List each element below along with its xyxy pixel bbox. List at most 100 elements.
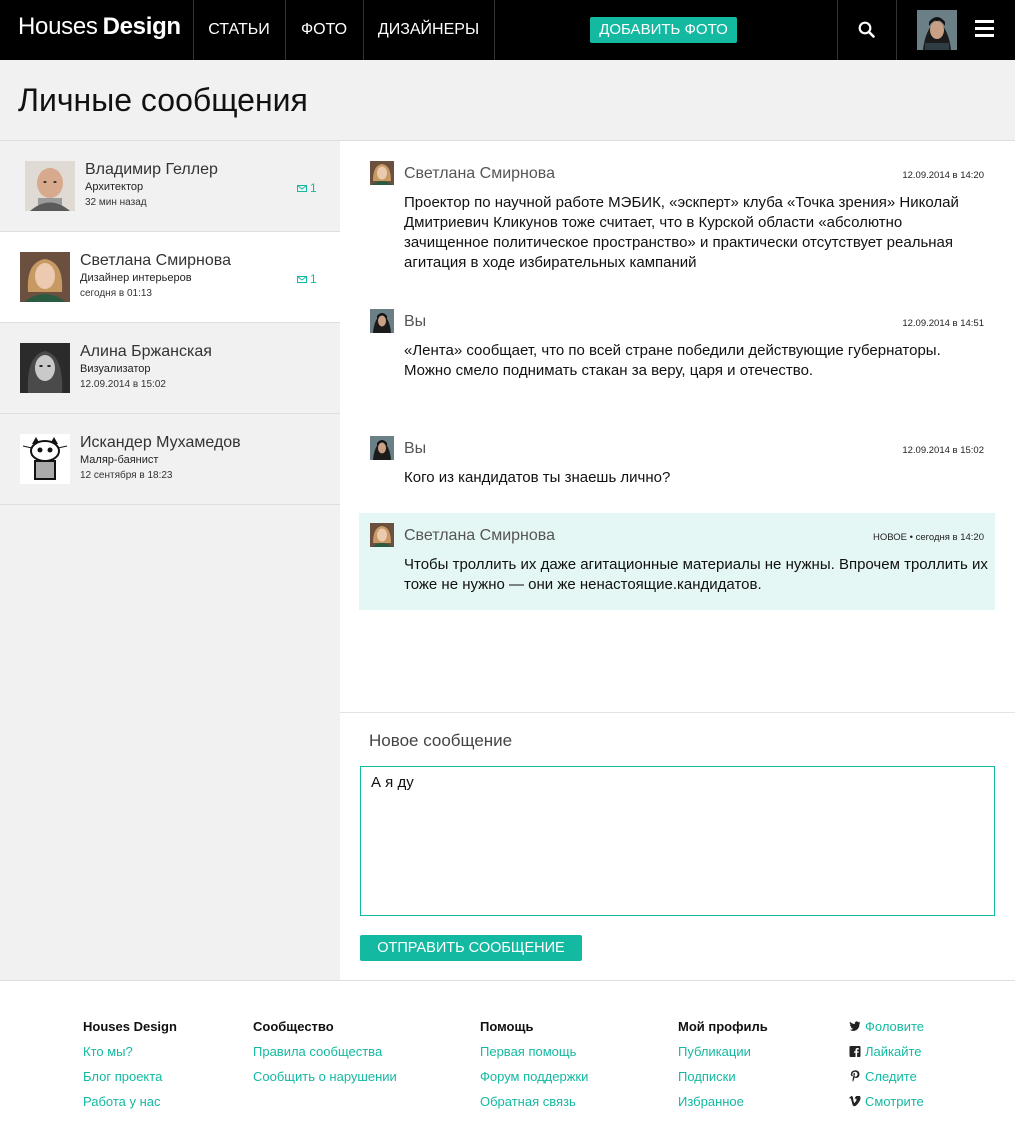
contact-role: Дизайнер интерьеров <box>80 272 192 284</box>
social-link-label: Фоловите <box>865 1019 924 1034</box>
nav-articles[interactable]: СТАТЬИ <box>193 0 285 60</box>
pinterest-icon <box>850 1070 860 1082</box>
message-avatar <box>370 523 394 547</box>
message-author: Вы <box>404 313 427 330</box>
user-avatar-image <box>917 10 957 50</box>
message-paragraph: Проектор по научной работе МЭБИК, «эскпе… <box>404 194 959 271</box>
footer-link[interactable]: Обратная связь <box>480 1094 588 1119</box>
footer-link[interactable]: Сообщить о нарушении <box>253 1069 397 1094</box>
header-divider <box>494 0 495 60</box>
conversations-sidebar: Владимир Геллер Архитектор 32 мин назад … <box>0 141 340 980</box>
message-item: Вы 12.09.2014 в 15:02 Кого из кандидатов… <box>359 426 995 496</box>
composer-label: Новое сообщение <box>369 731 513 750</box>
conversation-item[interactable]: Владимир Геллер Архитектор 32 мин назад … <box>0 141 340 232</box>
contact-avatar <box>20 343 70 393</box>
footer-link[interactable]: Первая помощь <box>480 1044 588 1069</box>
footer-column: Мой профиль Публикации Подписки Избранно… <box>678 1019 768 1119</box>
contact-name: Искандер Мухамедов <box>80 434 241 451</box>
social-link-label: Лайкайте <box>865 1044 922 1059</box>
message-paragraph: Чтобы троллить их даже агитационные мате… <box>404 556 988 593</box>
contact-role: Визуализатор <box>80 363 151 375</box>
message-input[interactable] <box>360 766 995 916</box>
message-author: Светлана Смирнова <box>404 527 555 544</box>
contact-name: Светлана Смирнова <box>80 252 231 269</box>
social-link-pinterest[interactable]: Следите <box>849 1069 924 1094</box>
conversation-item[interactable]: Алина Бржанская Визуализатор 12.09.2014 … <box>0 323 340 414</box>
footer-link[interactable]: Форум поддержки <box>480 1069 588 1094</box>
footer-link[interactable]: Правила сообщества <box>253 1044 397 1069</box>
contact-avatar <box>20 252 70 302</box>
social-link-twitter[interactable]: Фоловите <box>849 1019 924 1044</box>
page-title: Личные сообщения <box>18 82 308 118</box>
contact-last-seen: 12.09.2014 в 15:02 <box>80 379 166 390</box>
message-item: Вы 12.09.2014 в 14:51 «Лента» сообщает, … <box>359 299 995 409</box>
message-paragraph: Кого из кандидатов ты знаешь лично? <box>404 469 671 486</box>
site-logo[interactable]: Houses Design <box>18 13 181 41</box>
menu-button[interactable] <box>975 20 995 40</box>
message-text: Кого из кандидатов ты знаешь лично? <box>404 468 989 488</box>
footer-link[interactable]: Избранное <box>678 1094 768 1119</box>
nav-designers[interactable]: ДИЗАЙНЕРЫ <box>363 0 494 60</box>
hamburger-line <box>975 34 994 37</box>
message-avatar <box>370 436 394 460</box>
footer-link[interactable]: Кто мы? <box>83 1044 177 1069</box>
message-text: Чтобы троллить их даже агитационные мате… <box>404 555 989 595</box>
add-photo-button[interactable]: ДОБАВИТЬ ФОТО <box>590 17 737 43</box>
user-avatar[interactable] <box>917 10 957 50</box>
facebook-icon <box>849 1046 861 1057</box>
message-author: Светлана Смирнова <box>404 165 555 182</box>
message-paragraph: Можно смело поднимать стакан за веру, ца… <box>404 362 814 379</box>
message-time: 12.09.2014 в 15:02 <box>902 445 984 456</box>
contact-role: Архитектор <box>85 181 144 193</box>
page-title-band: Личные сообщения <box>0 60 1015 141</box>
twitter-icon <box>849 1021 861 1031</box>
footer-link[interactable]: Блог проекта <box>83 1069 177 1094</box>
footer-column: Сообщество Правила сообщества Сообщить о… <box>253 1019 397 1094</box>
send-message-button[interactable]: ОТПРАВИТЬ СООБЩЕНИЕ <box>360 935 582 961</box>
footer-link[interactable]: Работа у нас <box>83 1094 177 1119</box>
social-link-facebook[interactable]: Лайкайте <box>849 1044 924 1069</box>
message-time: 12.09.2014 в 14:51 <box>902 318 984 329</box>
hamburger-menu-icon <box>975 20 994 23</box>
unread-count: 1 <box>310 272 317 286</box>
footer-link[interactable]: Публикации <box>678 1044 768 1069</box>
message-avatar <box>370 309 394 333</box>
message-avatar <box>370 161 394 185</box>
message-text: Проектор по научной работе МЭБИК, «эскпе… <box>404 193 989 273</box>
logo-light-text: Houses <box>18 13 98 40</box>
conversation-item[interactable]: Искандер Мухамедов Маляр-баянист 12 сент… <box>0 414 340 505</box>
logo-bold-text: Design <box>102 13 182 40</box>
hamburger-line <box>975 27 994 30</box>
contact-role: Маляр-баянист <box>80 454 159 466</box>
envelope-icon <box>297 276 307 284</box>
envelope-icon <box>297 185 307 193</box>
footer-column-title: Мой профиль <box>678 1019 768 1034</box>
contact-avatar <box>25 161 75 211</box>
footer-column-title: Помощь <box>480 1019 534 1034</box>
message-composer: Новое сообщение ОТПРАВИТЬ СООБЩЕНИЕ <box>340 712 1015 980</box>
footer-link[interactable]: Подписки <box>678 1069 768 1094</box>
footer-column: Помощь Первая помощь Форум поддержки Обр… <box>480 1019 588 1119</box>
message-author: Вы <box>404 440 427 457</box>
social-link-label: Следите <box>865 1069 917 1084</box>
message-time: 12.09.2014 в 14:20 <box>902 170 984 181</box>
contact-name: Владимир Геллер <box>85 161 218 178</box>
top-header: Houses Design СТАТЬИ ФОТО ДИЗАЙНЕРЫ ДОБАВ… <box>0 0 1015 60</box>
nav-photo[interactable]: ФОТО <box>285 0 363 60</box>
unread-count: 1 <box>310 181 317 195</box>
search-button[interactable] <box>838 0 896 60</box>
footer-social-links: Фоловите Лайкайте Следите Смотрите <box>849 1019 924 1119</box>
message-paragraph: «Лента» сообщает, что по всей стране поб… <box>404 342 941 359</box>
conversation-item-active[interactable]: Светлана Смирнова Дизайнер интерьеров се… <box>0 232 340 323</box>
message-text: «Лента» сообщает, что по всей стране поб… <box>404 341 989 381</box>
social-link-vimeo[interactable]: Смотрите <box>849 1094 924 1119</box>
message-thread: Светлана Смирнова 12.09.2014 в 14:20 Про… <box>340 141 1015 712</box>
vimeo-icon <box>849 1096 861 1107</box>
unread-badge: 1 <box>297 181 317 195</box>
social-link-label: Смотрите <box>865 1094 924 1109</box>
footer-column-title: Houses Design <box>83 1019 177 1034</box>
message-item: Светлана Смирнова 12.09.2014 в 14:20 Про… <box>359 151 995 281</box>
message-item-new: Светлана Смирнова НОВОЕ • сегодня в 14:2… <box>359 513 995 610</box>
contact-last-seen: 32 мин назад <box>85 197 147 208</box>
unread-badge: 1 <box>297 272 317 286</box>
